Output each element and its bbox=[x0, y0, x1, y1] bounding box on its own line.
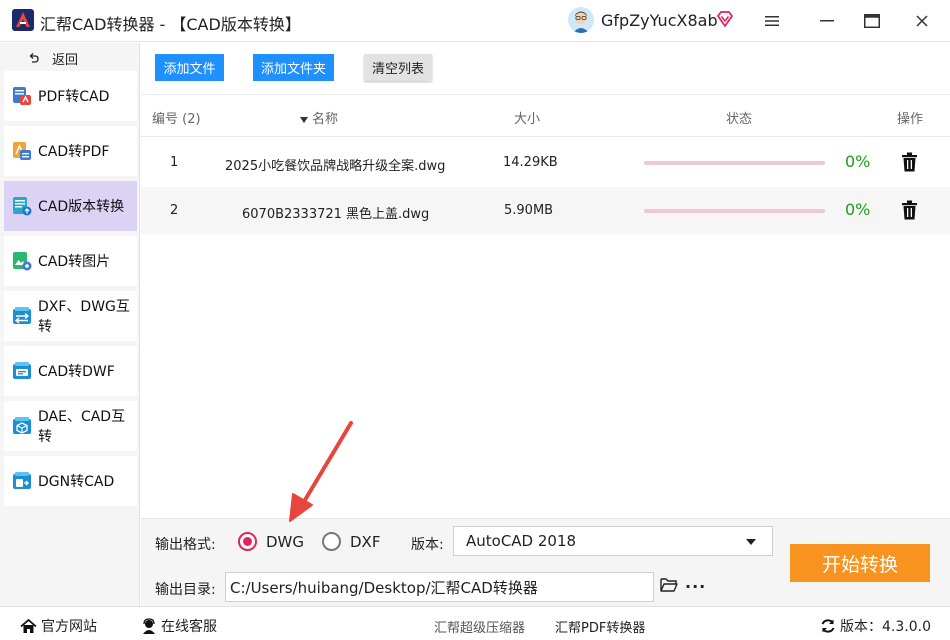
dae-cad-icon bbox=[13, 417, 31, 434]
sidebar-item-dgn-to-cad[interactable]: DGN转CAD bbox=[4, 456, 137, 506]
version-label-text: 版本：4.3.0.0 bbox=[840, 619, 931, 635]
add-folder-button[interactable]: 添加文件夹 bbox=[253, 54, 334, 81]
format-dxf-label[interactable]: DXF bbox=[350, 533, 380, 551]
sidebar-item-label: CAD转PDF bbox=[38, 144, 110, 160]
sidebar-item-label: DGN转CAD bbox=[38, 474, 115, 490]
hamburger-icon bbox=[765, 16, 779, 26]
row-size: 5.90MB bbox=[504, 203, 554, 218]
compressor-link[interactable]: 汇帮超级压缩器 bbox=[434, 617, 525, 636]
home-icon bbox=[20, 618, 37, 633]
cad-version-icon bbox=[13, 197, 32, 216]
row-filename: 2025小吃餐饮品牌战略升级全案.dwg bbox=[225, 159, 446, 174]
vip-diamond-icon[interactable] bbox=[716, 10, 734, 28]
status-bar: 官方网站 在线客服 汇帮超级压缩器 汇帮PDF转换器 版本：4.3.0.0 bbox=[0, 606, 950, 640]
official-website-label: 官方网站 bbox=[41, 619, 97, 635]
sidebar-item-label: DAE、CAD互转 bbox=[38, 409, 126, 445]
version-info[interactable]: 版本：4.3.0.0 bbox=[820, 616, 931, 636]
row-size: 14.29KB bbox=[503, 155, 558, 170]
sidebar-item-cad-to-image[interactable]: CAD转图片 bbox=[4, 236, 137, 286]
output-dir-label: 输出目录: bbox=[155, 582, 216, 598]
title-bar: 汇帮CAD转换器 - 【CAD版本转换】 GfpZyYucX8ab bbox=[0, 0, 950, 42]
output-format-label: 输出格式: bbox=[155, 537, 216, 553]
sidebar-item-cad-version[interactable]: CAD版本转换 bbox=[4, 181, 137, 231]
folder-open-icon[interactable] bbox=[660, 577, 678, 593]
cad-to-image-icon bbox=[13, 252, 32, 271]
sidebar-item-label: CAD版本转换 bbox=[38, 199, 125, 215]
col-header-name[interactable]: 名称 bbox=[300, 108, 338, 127]
sidebar-item-cad-to-dwf[interactable]: CAD转DWF bbox=[4, 346, 137, 396]
table-row[interactable]: 1 2025小吃餐饮品牌战略升级全案.dwg 14.29KB 0% bbox=[141, 139, 950, 186]
dgn-to-cad-icon bbox=[13, 472, 31, 489]
col-header-size[interactable]: 大小 bbox=[514, 108, 540, 127]
user-avatar[interactable] bbox=[568, 7, 594, 33]
delete-icon[interactable] bbox=[901, 152, 918, 172]
start-convert-button[interactable]: 开始转换 bbox=[790, 544, 930, 582]
table-row[interactable]: 2 6070B2333721 黑色上盖.dwg 5.90MB 0% bbox=[141, 187, 950, 234]
sidebar-item-cad-to-pdf[interactable]: CAD转PDF bbox=[4, 126, 137, 176]
progress-bar bbox=[644, 161, 825, 165]
row-filename: 6070B2333721 黑色上盖.dwg bbox=[242, 207, 430, 222]
caret-down-icon bbox=[746, 539, 756, 545]
sort-down-icon bbox=[300, 116, 308, 123]
version-label: 版本: bbox=[411, 537, 444, 553]
back-label: 返回 bbox=[52, 52, 79, 68]
avatar-icon bbox=[568, 7, 594, 33]
table-header: 编号 (2) 名称 大小 状态 操作 bbox=[141, 94, 950, 137]
online-support-link[interactable]: 在线客服 bbox=[141, 616, 217, 636]
minimize-icon bbox=[820, 20, 834, 22]
sidebar-item-dxf-dwg[interactable]: DXF、DWG互转 bbox=[4, 291, 137, 341]
sidebar-item-dae-cad[interactable]: DAE、CAD互转 bbox=[4, 401, 137, 451]
sidebar-item-label: CAD转DWF bbox=[38, 364, 115, 380]
row-percent: 0% bbox=[845, 152, 871, 171]
format-dwg-label[interactable]: DWG bbox=[266, 533, 304, 551]
window-title: 汇帮CAD转换器 - 【CAD版本转换】 bbox=[40, 15, 301, 34]
sidebar-item-label: CAD转图片 bbox=[38, 254, 111, 270]
close-icon bbox=[916, 15, 928, 27]
pdf-to-cad-icon bbox=[13, 87, 31, 105]
col-header-status[interactable]: 状态 bbox=[726, 108, 752, 127]
col-header-action: 操作 bbox=[897, 112, 924, 127]
app-logo-icon bbox=[12, 9, 34, 31]
support-agent-icon bbox=[143, 618, 155, 634]
maximize-icon bbox=[864, 14, 880, 28]
col-header-name-label: 名称 bbox=[312, 112, 339, 127]
cad-to-dwf-icon bbox=[13, 362, 31, 379]
delete-icon[interactable] bbox=[901, 200, 918, 220]
pdf-converter-link[interactable]: 汇帮PDF转换器 bbox=[555, 617, 645, 636]
sidebar-item-label: DXF、DWG互转 bbox=[38, 299, 130, 335]
official-website-link[interactable]: 官方网站 bbox=[20, 616, 97, 636]
username[interactable]: GfpZyYucX8ab bbox=[601, 11, 718, 30]
sidebar-item-label: PDF转CAD bbox=[38, 89, 110, 105]
maximize-button[interactable] bbox=[860, 10, 884, 32]
add-file-button[interactable]: 添加文件 bbox=[155, 54, 224, 81]
sidebar: 返回 PDF转CAD CAD转PDF CAD版本转换 CAD转图片 DXF、DW… bbox=[0, 43, 140, 606]
col-header-index[interactable]: 编号 (2) bbox=[152, 108, 201, 127]
sidebar-item-pdf-to-cad[interactable]: PDF转CAD bbox=[4, 71, 137, 121]
progress-bar bbox=[644, 209, 825, 213]
output-dir-input[interactable] bbox=[225, 572, 654, 602]
row-index: 2 bbox=[170, 203, 179, 218]
refresh-icon bbox=[821, 619, 835, 633]
format-dwg-radio[interactable] bbox=[238, 532, 257, 551]
version-select[interactable]: AutoCAD 2018 bbox=[453, 526, 773, 556]
menu-button[interactable] bbox=[760, 10, 784, 32]
close-button[interactable] bbox=[910, 10, 934, 32]
minimize-button[interactable] bbox=[815, 10, 839, 32]
cad-to-pdf-icon bbox=[13, 142, 31, 160]
format-dxf-radio[interactable] bbox=[322, 532, 341, 551]
clear-list-button[interactable]: 清空列表 bbox=[364, 54, 432, 81]
version-select-value: AutoCAD 2018 bbox=[466, 532, 577, 550]
dxf-dwg-icon bbox=[13, 307, 31, 324]
back-button[interactable]: 返回 bbox=[28, 47, 78, 69]
online-support-label: 在线客服 bbox=[161, 619, 217, 635]
more-options-icon[interactable]: ··· bbox=[685, 577, 706, 596]
back-arrow-icon bbox=[29, 53, 39, 63]
row-percent: 0% bbox=[845, 200, 871, 219]
row-index: 1 bbox=[170, 155, 179, 170]
